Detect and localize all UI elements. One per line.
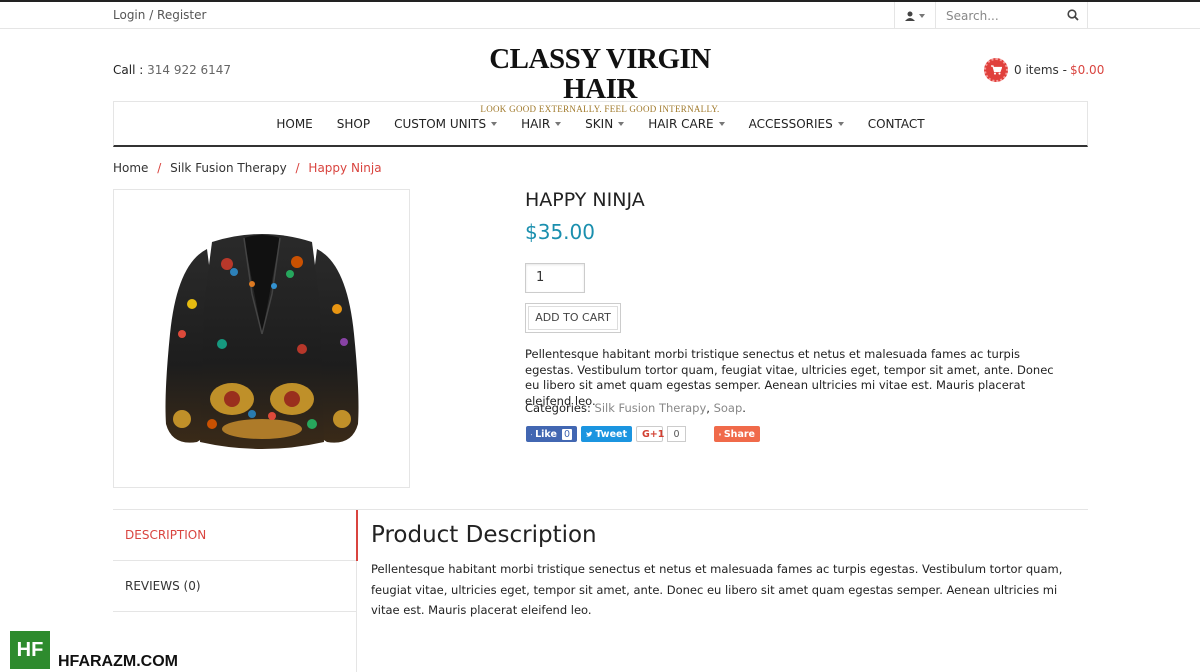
watermark-logo: HF (10, 631, 50, 669)
breadcrumb-separator: / (295, 161, 300, 175)
chevron-down-icon (555, 121, 562, 126)
add-to-cart-button[interactable]: ADD TO CART (525, 303, 621, 333)
breadcrumb-home[interactable]: Home (113, 161, 148, 175)
breadcrumb: Home / Silk Fusion Therapy / Happy Ninja (113, 161, 382, 175)
product-categories: Categories: Silk Fusion Therapy, Soap. (525, 401, 746, 415)
user-icon (905, 11, 915, 21)
description-heading: Product Description (371, 522, 597, 548)
tab-reviews-label: REVIEWS (0) (125, 579, 201, 593)
tweet-label: Tweet (595, 428, 627, 440)
floral-jacket-image (165, 233, 358, 449)
nav-hair-care[interactable]: HAIR CARE (636, 117, 736, 131)
nav-contact-label: CONTACT (867, 116, 925, 131)
tab-description[interactable]: DESCRIPTION (113, 510, 358, 561)
share-label: Share (723, 428, 755, 440)
facebook-like-label: Like (535, 428, 557, 440)
watermark: HF HFARAZM.COM (10, 629, 178, 671)
product-short-description: Pellentesque habitant morbi tristique se… (525, 347, 1054, 408)
search-input[interactable] (936, 2, 1060, 29)
search-icon[interactable] (1067, 9, 1079, 21)
nav-skin[interactable]: SKIN (573, 117, 636, 131)
tab-description-label: DESCRIPTION (125, 528, 207, 542)
cart-total: $0.00 (1069, 63, 1105, 77)
nav-home-label: HOME (276, 116, 313, 131)
addthis-share-button[interactable]: Share (714, 426, 760, 442)
breadcrumb-separator: / (157, 161, 162, 175)
chevron-down-icon (718, 121, 725, 126)
google-plus-button[interactable]: G+1 (636, 426, 664, 442)
category-period: . (742, 401, 746, 415)
nav-contact[interactable]: CONTACT (856, 117, 937, 131)
call-label: Call : (113, 63, 144, 77)
category-comma: , (706, 401, 710, 415)
nav-custom-units[interactable]: CUSTOM UNITS (382, 117, 509, 131)
nav-hair-care-label: HAIR CARE (648, 116, 714, 131)
nav-custom-units-label: CUSTOM UNITS (394, 116, 487, 131)
nav-skin-label: SKIN (585, 116, 614, 131)
tweet-button[interactable]: Tweet (581, 426, 632, 442)
chevron-down-icon (919, 13, 925, 18)
search-box (936, 2, 1088, 29)
plus-square-icon (719, 433, 721, 435)
nav-accessories[interactable]: ACCESSORIES (737, 117, 856, 131)
chevron-down-icon (837, 121, 844, 126)
cart-badge (984, 58, 1008, 82)
google-plus-count: 0 (667, 426, 686, 442)
chevron-down-icon (618, 121, 625, 126)
main-nav: HOME SHOP CUSTOM UNITS HAIR SKIN HAIR CA… (113, 101, 1088, 147)
category-link-soap[interactable]: Soap (714, 401, 743, 415)
top-bar: Login / Register (0, 0, 1200, 29)
breadcrumb-category[interactable]: Silk Fusion Therapy (170, 161, 287, 175)
nav-shop[interactable]: SHOP (325, 117, 382, 131)
nav-hair-label: HAIR (521, 116, 551, 131)
brand-name: CLASSY VIRGIN HAIR (489, 43, 711, 105)
tab-reviews[interactable]: REVIEWS (0) (113, 561, 356, 612)
cart-icon (990, 65, 1002, 75)
product-price: $35.00 (525, 220, 595, 244)
facebook-like-count: 0 (561, 428, 572, 440)
phone-number: 314 922 6147 (147, 63, 232, 77)
account-dropdown[interactable] (894, 2, 936, 29)
social-share-bar: Like 0 Tweet G+1 0 Share (526, 426, 760, 442)
chevron-down-icon (491, 121, 498, 126)
quantity-input[interactable]: 1 (525, 263, 585, 293)
mini-cart[interactable]: 0 items - $0.00 (984, 58, 1104, 82)
categories-label: Categories: (525, 401, 591, 415)
nav-home[interactable]: HOME (264, 117, 324, 131)
product-image[interactable] (113, 189, 410, 488)
breadcrumb-current: Happy Ninja (308, 161, 382, 175)
nav-hair[interactable]: HAIR (509, 117, 573, 131)
nav-accessories-label: ACCESSORIES (748, 116, 833, 131)
login-register-link[interactable]: Login / Register (113, 8, 206, 22)
thumbs-up-icon (531, 433, 533, 435)
cart-item-count: 0 items - (1014, 63, 1067, 77)
description-text: Pellentesque habitant morbi tristique se… (371, 562, 1063, 617)
watermark-site: HFARAZM.COM (58, 653, 178, 670)
twitter-bird-icon (586, 431, 593, 437)
product-title: HAPPY NINJA (525, 189, 645, 211)
facebook-like-button[interactable]: Like 0 (526, 426, 577, 442)
category-link-silk-fusion[interactable]: Silk Fusion Therapy (595, 401, 707, 415)
phone-contact: Call : 314 922 6147 (113, 63, 231, 77)
nav-shop-label: SHOP (336, 116, 371, 131)
